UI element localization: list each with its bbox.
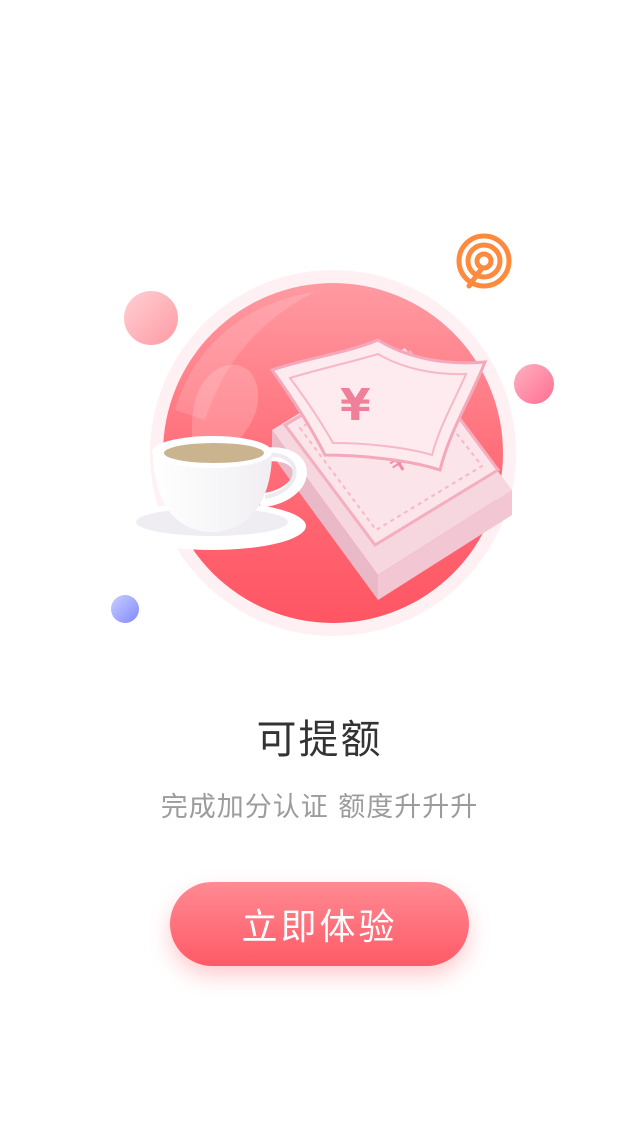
try-now-button-label: 立即体验 — [241, 907, 398, 948]
try-now-button[interactable]: 立即体验 — [170, 882, 469, 966]
svg-text:¥: ¥ — [340, 380, 371, 431]
coffee-cup-icon — [118, 436, 307, 550]
signal-icon — [456, 233, 512, 289]
hero-illustration: ¥ ¥ — [0, 0, 639, 660]
page-subtitle: 完成加分认证 额度升升升 — [160, 792, 479, 823]
dot-blue-icon — [111, 595, 139, 623]
page-title: 可提额 — [256, 717, 383, 763]
dot-rose-icon — [124, 291, 178, 345]
dot-pink-icon — [514, 364, 554, 404]
